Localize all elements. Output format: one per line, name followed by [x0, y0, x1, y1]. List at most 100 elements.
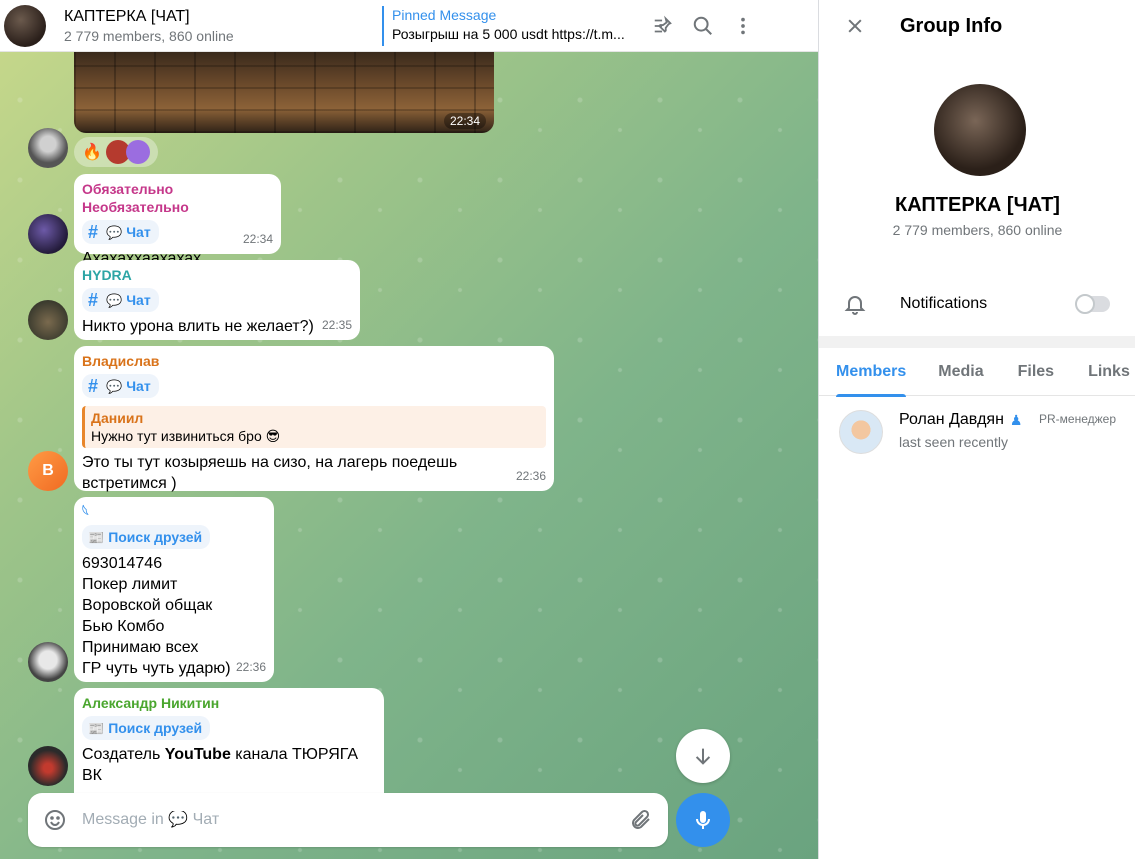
chat-pane: КАПТЕРКА [ЧАТ] 2 779 members, 860 online…	[0, 0, 818, 859]
message-bubble[interactable]: 𓆩 📰 Поиск друзей 693014746 Покер лимит Во…	[74, 497, 274, 682]
message-bubble[interactable]: Александр Никитин 📰 Поиск друзей Создател…	[74, 688, 384, 798]
toggle-knob	[1075, 294, 1095, 314]
close-button[interactable]	[827, 2, 883, 50]
pinned-text: Розыгрыш на 5 000 usdt https://t.m...	[392, 25, 625, 42]
member-status: last seen recently	[899, 434, 1008, 450]
message-author[interactable]: Александр Никитин	[82, 694, 376, 712]
member-avatar	[839, 410, 883, 454]
chat-title: КАПТЕРКА [ЧАТ]	[64, 7, 190, 25]
message-text: Никто урона влить не желает?)	[82, 318, 314, 335]
speech-bubble-icon: 💬	[106, 224, 123, 240]
reaction-avatar	[125, 140, 150, 164]
photo-message[interactable]: 22:34	[74, 52, 494, 133]
sender-avatar[interactable]	[28, 214, 68, 254]
member-info: Ролан Давдян ♟ last seen recently	[899, 410, 1022, 454]
message-text: Это ты тут козыряешь на сизо, на лагерь …	[82, 454, 458, 492]
message-author[interactable]: Владислав	[82, 352, 546, 370]
topic-chip[interactable]: # 💬 Чат	[82, 220, 159, 244]
tab-files[interactable]: Files	[1018, 348, 1054, 396]
topic-label: Чат	[126, 223, 151, 240]
notifications-label: Notifications	[900, 295, 988, 312]
message-text: Создатель YouTube канала ТЮРЯГА ВК	[82, 744, 376, 786]
group-name: КАПТЕРКА [ЧАТ]	[895, 194, 1060, 216]
message-composer	[28, 793, 668, 847]
arrow-down-icon	[695, 748, 711, 765]
message-author[interactable]: HYDRA	[82, 266, 352, 284]
message-text-part: Создатель	[82, 746, 165, 763]
topic-chip[interactable]: # 💬 Чат	[82, 374, 159, 398]
hashtag-icon: #	[88, 375, 99, 396]
message-bubble[interactable]: Владислав # 💬 Чат Даниил Нужно тут извинит…	[74, 346, 554, 492]
microphone-icon	[696, 811, 710, 829]
message-time: 22:34	[443, 113, 486, 129]
message-time: 22:36	[515, 469, 546, 483]
topic-chip[interactable]: 📰 Поиск друзей	[82, 525, 211, 549]
attach-icon[interactable]	[614, 808, 668, 832]
sender-avatar[interactable]: В	[28, 451, 68, 491]
message-bubble[interactable]: Обязательно Необязательно # 💬 Чат Ахахахха…	[74, 174, 281, 267]
bell-icon	[843, 292, 879, 316]
pinned-message[interactable]: Pinned Message Розыгрыш на 5 000 usdt ht…	[382, 5, 637, 46]
chat-avatar[interactable]	[4, 4, 46, 47]
fire-reaction-icon: 🔥	[82, 144, 102, 161]
group-info-panel: Group Info КАПТЕРКА [ЧАТ] 2 779 members,…	[818, 0, 1135, 859]
close-icon	[848, 19, 862, 33]
member-role: PR-менеджер	[1038, 412, 1116, 426]
topic-label: Поиск друзей	[108, 528, 203, 545]
tab-members[interactable]: Members	[836, 348, 907, 397]
reply-author: Даниил	[91, 410, 144, 426]
chat-header: КАПТЕРКА [ЧАТ] 2 779 members, 860 online…	[0, 0, 818, 52]
hashtag-icon: #	[88, 289, 99, 310]
chat-subtitle: 2 779 members, 860 online	[64, 27, 234, 44]
reply-text: Нужно тут извиниться бро 😎	[91, 428, 281, 444]
topic-label: Чат	[126, 377, 151, 394]
message-time: 22:36	[235, 660, 266, 674]
section-divider	[819, 336, 1135, 348]
member-name-row: Ролан Давдян ♟	[899, 410, 1022, 430]
group-member-count: 2 779 members, 860 online	[892, 222, 1063, 238]
chat-title-block[interactable]: КАПТЕРКА [ЧАТ] 2 779 members, 860 online	[64, 7, 374, 45]
pinned-list-icon[interactable]	[643, 6, 683, 46]
hashtag-icon: #	[88, 221, 99, 242]
reactions-bar[interactable]: 🔥	[74, 137, 158, 167]
topic-chip[interactable]: 📰 Поиск друзей	[82, 716, 211, 740]
group-avatar[interactable]	[934, 84, 1026, 176]
sender-avatar[interactable]	[28, 642, 68, 682]
message-input[interactable]	[82, 811, 614, 829]
pinned-label: Pinned Message	[392, 6, 497, 23]
sender-avatar[interactable]	[28, 128, 68, 168]
message-author[interactable]: Обязательно Необязательно	[82, 180, 273, 216]
topic-chip[interactable]: # 💬 Чат	[82, 288, 159, 312]
microphone-button[interactable]	[676, 793, 730, 847]
group-info-title: Group Info	[900, 14, 1003, 37]
message-time: 22:34	[242, 232, 273, 246]
message-bubble[interactable]: HYDRA # 💬 Чат Никто урона влить не желает?…	[74, 260, 360, 340]
topic-label: Чат	[126, 291, 151, 308]
reply-quote[interactable]: Даниил Нужно тут извиниться бро 😎	[82, 406, 546, 448]
more-icon[interactable]	[723, 6, 763, 46]
avatar-letter: В	[42, 462, 54, 479]
notifications-toggle[interactable]	[1075, 294, 1110, 314]
message-text-bold: YouTube	[164, 746, 231, 763]
search-icon[interactable]	[683, 6, 723, 46]
message-time: 22:35	[321, 318, 352, 332]
sender-avatar[interactable]	[28, 300, 68, 340]
scroll-to-bottom-button[interactable]	[676, 729, 730, 783]
speech-bubble-icon: 💬	[106, 292, 123, 308]
tab-links[interactable]: Links	[1088, 348, 1130, 396]
speech-bubble-icon: 💬	[106, 378, 123, 394]
group-info-header: Group Info	[819, 0, 1135, 52]
newspaper-icon: 📰	[88, 720, 105, 736]
notifications-row[interactable]: Notifications	[819, 282, 1135, 326]
admin-badge-icon: ♟	[1009, 412, 1023, 428]
member-name: Ролан Давдян	[899, 411, 1004, 428]
sender-avatar[interactable]	[28, 746, 68, 786]
topic-label: Поиск друзей	[108, 719, 203, 736]
info-tabs: Members Media Files Links	[819, 348, 1135, 397]
newspaper-icon: 📰	[88, 529, 105, 545]
message-author[interactable]: 𓆩	[82, 503, 266, 521]
emoji-icon[interactable]	[28, 808, 82, 832]
tab-media[interactable]: Media	[938, 348, 983, 396]
photo-image	[74, 52, 494, 133]
member-list-item[interactable]: Ролан Давдян ♟ last seen recently PR-мен…	[819, 404, 1135, 460]
